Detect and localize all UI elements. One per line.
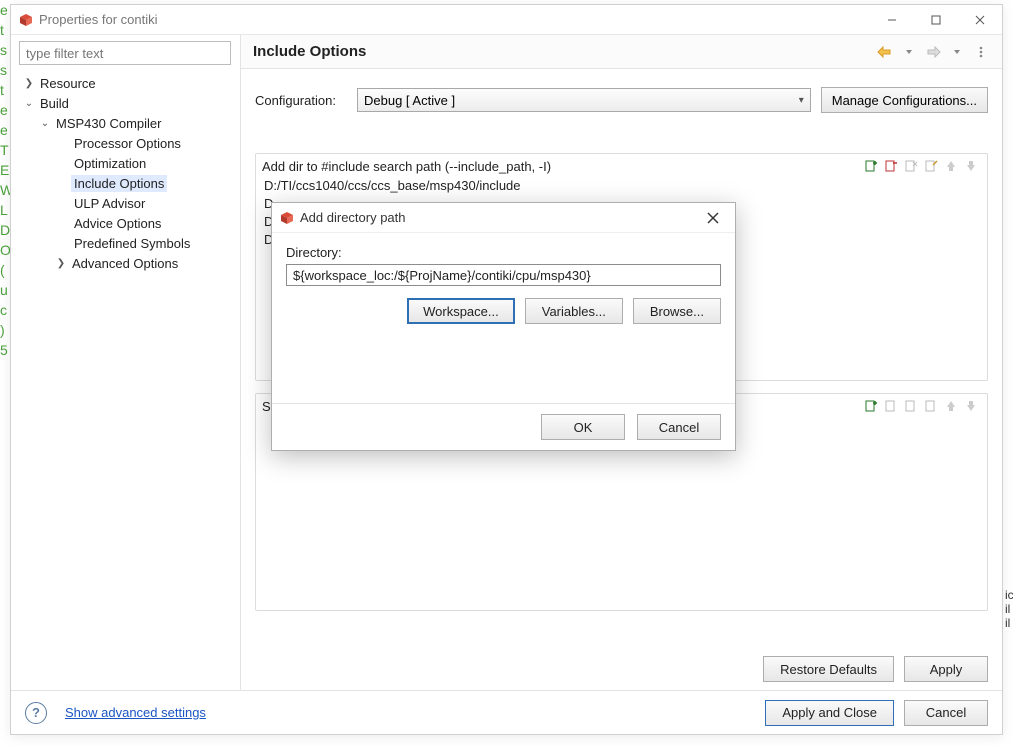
button-label: Restore Defaults bbox=[780, 662, 877, 677]
dialog-title: Add directory path bbox=[300, 210, 697, 225]
tree-label: Advanced Options bbox=[69, 255, 181, 272]
tree-item-processor-options[interactable]: Processor Options bbox=[19, 133, 232, 153]
list-item[interactable]: D:/TI/ccs1040/ccs/ccs_base/msp430/includ… bbox=[264, 178, 979, 196]
show-advanced-settings-link[interactable]: Show advanced settings bbox=[65, 705, 206, 720]
tree-label: Advice Options bbox=[71, 215, 164, 232]
chevron-down-icon: ⌄ bbox=[39, 118, 51, 129]
app-cube-icon bbox=[280, 211, 294, 225]
dropdown-caret-icon[interactable] bbox=[900, 43, 918, 61]
tree-item-ulp-advisor[interactable]: ULP Advisor bbox=[19, 193, 232, 213]
dialog-close-button[interactable] bbox=[697, 206, 729, 230]
help-icon[interactable]: ? bbox=[25, 702, 47, 724]
window-title: Properties for contiki bbox=[39, 12, 158, 27]
add-directory-path-dialog: Add directory path Directory: Workspace.… bbox=[271, 202, 736, 451]
tree-label: Predefined Symbols bbox=[71, 235, 193, 252]
tree-label: Processor Options bbox=[71, 135, 184, 152]
chevron-down-icon: ▾ bbox=[799, 95, 804, 106]
move-down-icon[interactable] bbox=[963, 398, 979, 414]
window-maximize-button[interactable] bbox=[914, 5, 958, 35]
button-label: Apply and Close bbox=[782, 705, 877, 720]
configuration-select[interactable]: Debug [ Active ] ▾ bbox=[357, 88, 811, 112]
configuration-label: Configuration: bbox=[255, 93, 347, 108]
group-title: Add dir to #include search path (--inclu… bbox=[262, 159, 857, 174]
chevron-right-icon: ❯ bbox=[23, 78, 35, 89]
directory-label: Directory: bbox=[286, 245, 721, 260]
import-entry-icon[interactable] bbox=[883, 158, 899, 174]
add-entry-icon[interactable] bbox=[863, 158, 879, 174]
button-label: Cancel bbox=[659, 420, 699, 435]
move-up-icon[interactable] bbox=[943, 398, 959, 414]
nav-back-icon[interactable] bbox=[876, 43, 894, 61]
cancel-button[interactable]: Cancel bbox=[904, 700, 988, 726]
tree-item-advanced-options[interactable]: ❯ Advanced Options bbox=[19, 253, 232, 273]
edit-entry-icon[interactable] bbox=[923, 398, 939, 414]
window-titlebar: Properties for contiki bbox=[11, 5, 1002, 35]
tree-item-resource[interactable]: ❯ Resource bbox=[19, 73, 232, 93]
page-header: Include Options bbox=[241, 35, 1002, 69]
ok-button[interactable]: OK bbox=[541, 414, 625, 440]
browse-button[interactable]: Browse... bbox=[633, 298, 721, 324]
tree-label: ULP Advisor bbox=[71, 195, 148, 212]
window-close-button[interactable] bbox=[958, 5, 1002, 35]
list-item-text: D:/TI/ccs1040/ccs/ccs_base/msp430/includ… bbox=[264, 178, 521, 193]
edit-entry-icon[interactable] bbox=[923, 158, 939, 174]
window-bottom-bar: ? Show advanced settings Apply and Close… bbox=[11, 690, 1002, 734]
button-label: Manage Configurations... bbox=[832, 93, 977, 108]
tree-item-build[interactable]: ⌄ Build bbox=[19, 93, 232, 113]
view-menu-icon[interactable] bbox=[972, 43, 990, 61]
background-left-glimpse: e t s s t e e T E W L D O ( u c ) 5 bbox=[0, 0, 10, 720]
button-label: Browse... bbox=[650, 304, 704, 319]
tree-item-advice-options[interactable]: Advice Options bbox=[19, 213, 232, 233]
chevron-right-icon: ❯ bbox=[55, 258, 67, 269]
window-minimize-button[interactable] bbox=[870, 5, 914, 35]
button-label: Cancel bbox=[926, 705, 966, 720]
move-down-icon[interactable] bbox=[963, 158, 979, 174]
tree-item-optimization[interactable]: Optimization bbox=[19, 153, 232, 173]
add-entry-icon[interactable] bbox=[863, 398, 879, 414]
move-up-icon[interactable] bbox=[943, 158, 959, 174]
configuration-selected-value: Debug [ Active ] bbox=[364, 93, 455, 108]
tree-label: Build bbox=[37, 95, 72, 112]
background-right-glimpse: ic il il bbox=[1005, 588, 1013, 738]
delete-entry-icon[interactable] bbox=[903, 158, 919, 174]
chevron-down-icon: ⌄ bbox=[23, 98, 35, 109]
tree-label: Include Options bbox=[71, 175, 167, 192]
restore-defaults-button[interactable]: Restore Defaults bbox=[763, 656, 894, 682]
apply-and-close-button[interactable]: Apply and Close bbox=[765, 700, 894, 726]
delete-entry-icon[interactable] bbox=[903, 398, 919, 414]
left-nav-panel: ❯ Resource ⌄ Build ⌄ MSP430 Compiler Pro… bbox=[11, 35, 241, 690]
filter-text-input[interactable] bbox=[19, 41, 231, 65]
page-title: Include Options bbox=[253, 43, 876, 60]
button-label: OK bbox=[574, 420, 593, 435]
nav-forward-icon[interactable] bbox=[924, 43, 942, 61]
dropdown-caret-icon[interactable] bbox=[948, 43, 966, 61]
tree-item-predefined-symbols[interactable]: Predefined Symbols bbox=[19, 233, 232, 253]
dialog-titlebar: Add directory path bbox=[272, 203, 735, 233]
tree-label: Resource bbox=[37, 75, 99, 92]
workspace-button[interactable]: Workspace... bbox=[407, 298, 515, 324]
tree-item-include-options[interactable]: Include Options bbox=[19, 173, 232, 193]
tree-label: Optimization bbox=[71, 155, 149, 172]
directory-input[interactable] bbox=[286, 264, 721, 286]
app-cube-icon bbox=[19, 13, 33, 27]
configuration-row: Configuration: Debug [ Active ] ▾ Manage… bbox=[255, 87, 988, 113]
button-label: Workspace... bbox=[423, 304, 499, 319]
dialog-cancel-button[interactable]: Cancel bbox=[637, 414, 721, 440]
settings-tree: ❯ Resource ⌄ Build ⌄ MSP430 Compiler Pro… bbox=[19, 73, 232, 273]
apply-button[interactable]: Apply bbox=[904, 656, 988, 682]
manage-configurations-button[interactable]: Manage Configurations... bbox=[821, 87, 988, 113]
button-label: Variables... bbox=[542, 304, 606, 319]
button-label: Apply bbox=[930, 662, 963, 677]
import-entry-icon[interactable] bbox=[883, 398, 899, 414]
variables-button[interactable]: Variables... bbox=[525, 298, 623, 324]
tree-label: MSP430 Compiler bbox=[53, 115, 165, 132]
tree-item-msp430-compiler[interactable]: ⌄ MSP430 Compiler bbox=[19, 113, 232, 133]
